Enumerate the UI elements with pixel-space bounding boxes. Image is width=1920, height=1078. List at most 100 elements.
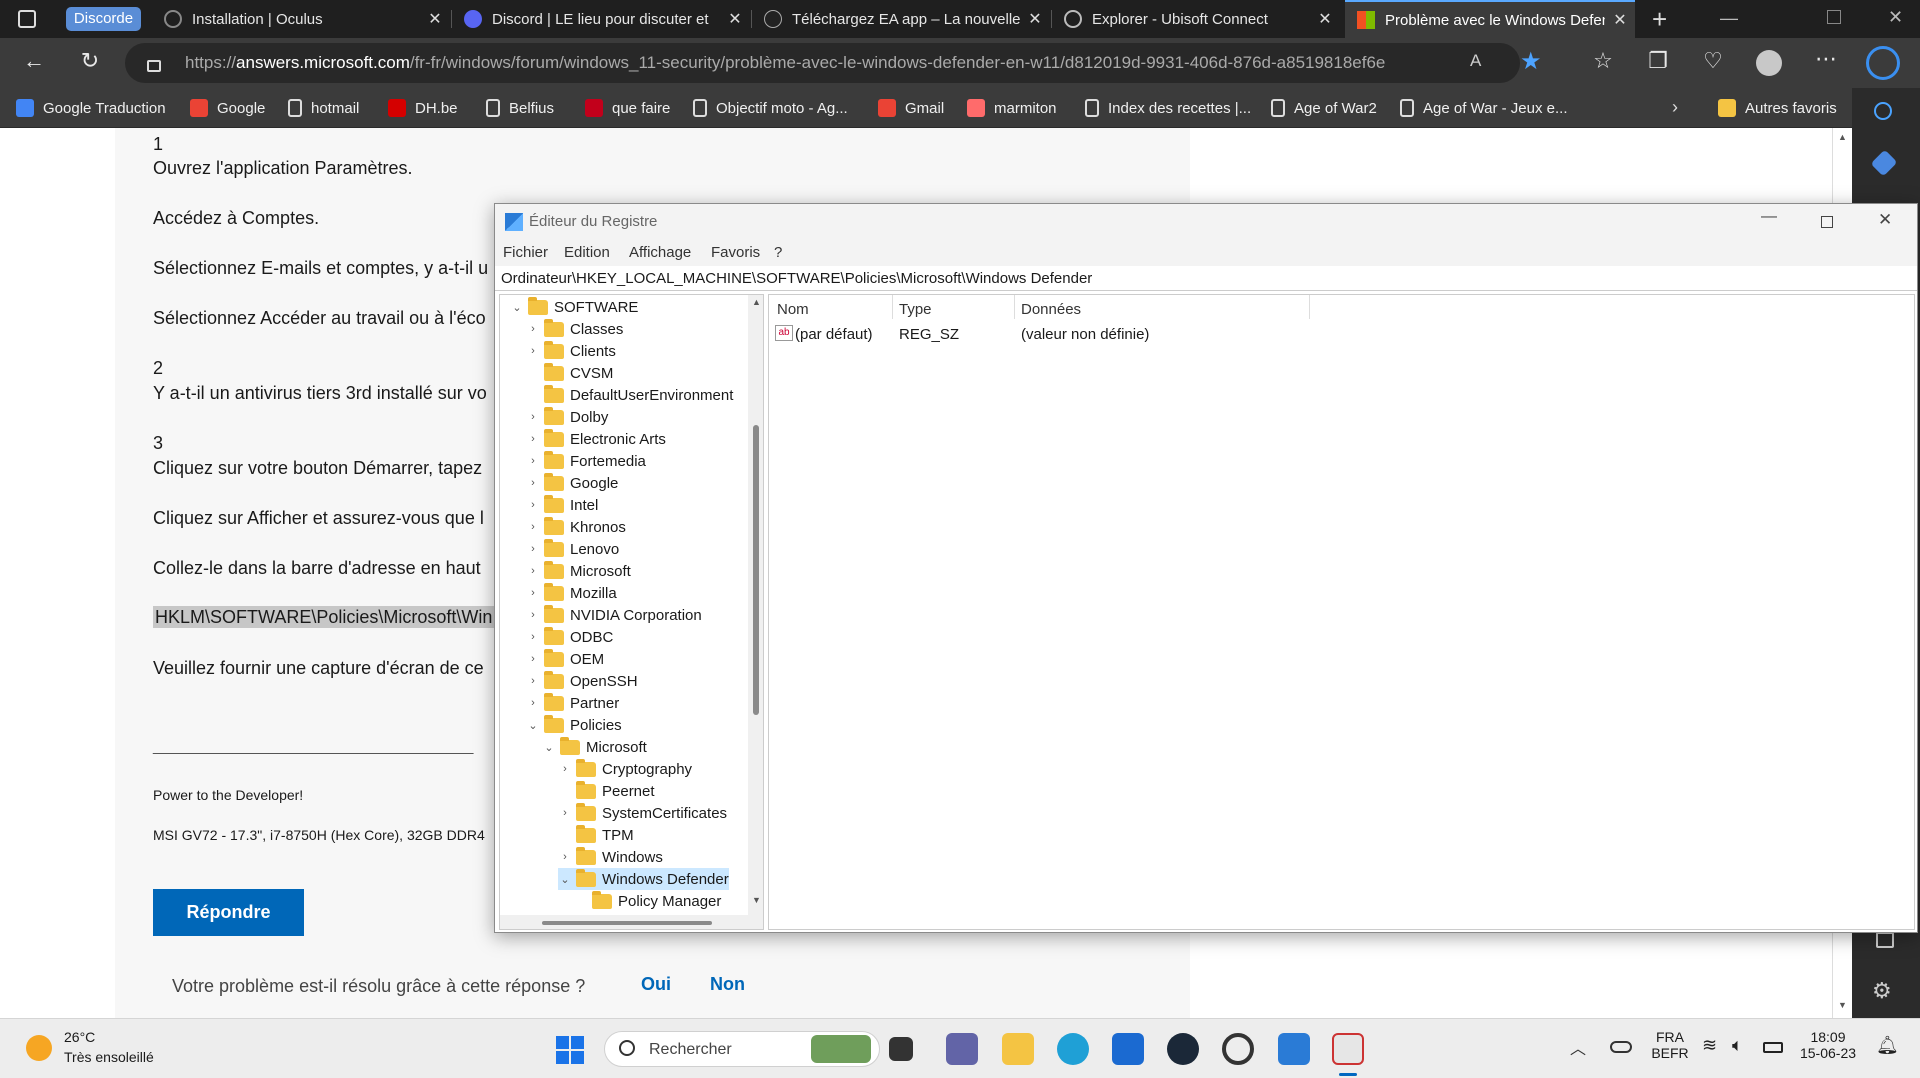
tree-node[interactable]: › NVIDIA Corporation [526,604,702,626]
tree-node[interactable]: Policy Manager [574,890,721,912]
snipping-tool-icon[interactable] [1332,1033,1364,1065]
battery-icon[interactable] [1763,1042,1783,1053]
chat-icon[interactable] [946,1033,978,1065]
wifi-icon[interactable]: ≋ [1702,1035,1717,1056]
volume-icon[interactable]: 🔈︎ [1732,1035,1743,1056]
tab-discord[interactable]: Discord | LE lieu pour discuter et ✕ [452,0,750,38]
tree-scrollbar[interactable]: ▲ ▼ [748,295,763,929]
chevron-down-icon[interactable]: ⌄ [526,719,540,732]
close-tab-icon[interactable]: ✕ [720,9,750,29]
reply-button[interactable]: Répondre [153,889,304,936]
close-tab-icon[interactable]: ✕ [1310,9,1340,29]
chevron-right-icon[interactable]: › [526,455,540,467]
weather-sun-icon[interactable] [26,1035,52,1061]
tree-hscroll-thumb[interactable] [542,921,712,925]
regedit-taskbar-icon[interactable] [1278,1033,1310,1065]
tree-node[interactable]: › Google [526,472,618,494]
tree-node[interactable]: ⌄ SOFTWARE [510,296,638,318]
settings-gear-icon[interactable]: ⚙ [1872,978,1892,1004]
show-hidden-icons[interactable]: ︿ [1570,1035,1586,1059]
regedit-close-icon[interactable]: ✕ [1878,210,1892,230]
tree-node[interactable]: › OpenSSH [526,670,638,692]
chevron-right-icon[interactable]: › [526,565,540,577]
menu-edition[interactable]: Edition [564,244,610,261]
tree-node[interactable]: › ODBC [526,626,613,648]
registry-editor-window[interactable]: Éditeur du Registre — ✕ Fichier Edition … [494,203,1918,933]
chevron-right-icon[interactable]: › [526,499,540,511]
tree-node[interactable]: › SystemCertificates [558,802,727,824]
close-tab-icon[interactable]: ✕ [1605,10,1635,30]
column-header-type[interactable]: Type [899,301,932,318]
chevron-right-icon[interactable]: › [526,675,540,687]
regedit-titlebar[interactable]: Éditeur du Registre — ✕ [495,204,1917,240]
collections-icon[interactable]: ❐ [1640,48,1676,74]
language-indicator[interactable]: FRA BEFR [1650,1029,1690,1061]
file-explorer-icon[interactable] [1002,1033,1034,1065]
tree-node[interactable]: › Mozilla [526,582,617,604]
minimize-icon[interactable]: — [1720,8,1738,29]
bookmark-item[interactable]: Belfius [486,88,554,128]
tab-ea[interactable]: Téléchargez EA app – La nouvelle ✕ [752,0,1050,38]
regedit-maximize-icon[interactable] [1821,216,1833,228]
value-row[interactable]: ab (par défaut) REG_SZ (valeur non défin… [773,323,1473,347]
restore-icon[interactable] [1827,10,1841,24]
tree-node[interactable]: DefaultUserEnvironment [526,384,733,406]
chevron-down-icon[interactable]: ⌄ [510,301,524,314]
registry-path-bar[interactable]: Ordinateur\HKEY_LOCAL_MACHINE\SOFTWARE\P… [495,266,1917,291]
refresh-icon[interactable]: ↻ [72,48,108,74]
tree-node[interactable]: › Windows [558,846,663,868]
bookmark-item[interactable]: Google Traduction [16,88,166,128]
bookmark-item[interactable]: Age of War - Jeux e... [1400,88,1568,128]
chevron-right-icon[interactable]: › [558,763,572,775]
onedrive-icon[interactable] [1610,1041,1632,1053]
tree-node[interactable]: CVSM [526,362,613,384]
steam-icon[interactable] [1167,1033,1199,1065]
close-tab-icon[interactable]: ✕ [420,9,450,29]
scroll-down-icon[interactable]: ▼ [1838,1000,1847,1010]
tree-scroll-down-icon[interactable]: ▼ [752,895,761,905]
bookmark-item[interactable]: que faire [585,88,670,128]
tree-node[interactable]: TPM [558,824,634,846]
chevron-right-icon[interactable]: › [526,323,540,335]
taskbar-search-box[interactable]: Rechercher [604,1031,880,1067]
tree-node[interactable]: › Classes [526,318,623,340]
tree-node[interactable]: › Fortemedia [526,450,646,472]
tree-node[interactable]: ⌄ Windows Defender [558,868,729,890]
lock-icon[interactable] [147,60,161,72]
bookmark-item[interactable]: hotmail [288,88,359,128]
close-window-icon[interactable]: ✕ [1888,7,1903,28]
search-icon[interactable] [1874,102,1892,120]
tab-ubisoft[interactable]: Explorer - Ubisoft Connect ✕ [1052,0,1340,38]
tree-node[interactable]: › Electronic Arts [526,428,666,450]
performance-icon[interactable]: ♡ [1695,48,1731,74]
chevron-right-icon[interactable]: › [558,807,572,819]
chevron-right-icon[interactable]: › [558,851,572,863]
chevron-right-icon[interactable]: › [526,631,540,643]
microsoft-store-icon[interactable] [1112,1033,1144,1065]
tree-node[interactable]: › Intel [526,494,598,516]
chevron-down-icon[interactable]: ⌄ [542,741,556,754]
chevron-right-icon[interactable]: › [526,609,540,621]
column-header-donnees[interactable]: Données [1021,301,1081,318]
bing-chat-icon[interactable] [1866,46,1900,80]
sidebar-toggle-icon[interactable] [1876,932,1894,948]
chevron-right-icon[interactable]: › [526,521,540,533]
tree-node[interactable]: › Microsoft [526,560,631,582]
more-menu-icon[interactable]: ⋯ [1808,46,1844,72]
address-bar[interactable]: https://answers.microsoft.com/fr-fr/wind… [125,43,1542,83]
scroll-up-icon[interactable]: ▲ [1838,132,1847,142]
start-windows-icon[interactable] [556,1036,584,1064]
read-aloud-icon[interactable]: A [1470,51,1481,71]
chevron-right-icon[interactable]: › [526,433,540,445]
bookmark-item[interactable]: Gmail [878,88,944,128]
tree-node[interactable]: › Khronos [526,516,626,538]
other-favorites[interactable]: Autres favoris [1718,88,1837,128]
chevron-right-icon[interactable]: › [526,653,540,665]
menu-favoris[interactable]: Favoris [711,244,760,261]
tree-node[interactable]: Peernet [558,780,655,802]
tab-microsoft-answers[interactable]: Problème avec le Windows Defen ✕ [1345,0,1635,38]
bookmark-item[interactable]: Age of War2 [1271,88,1377,128]
tab-actions-icon[interactable] [18,10,36,28]
tree-node[interactable]: › Clients [526,340,616,362]
bookmark-item[interactable]: DH.be [388,88,458,128]
